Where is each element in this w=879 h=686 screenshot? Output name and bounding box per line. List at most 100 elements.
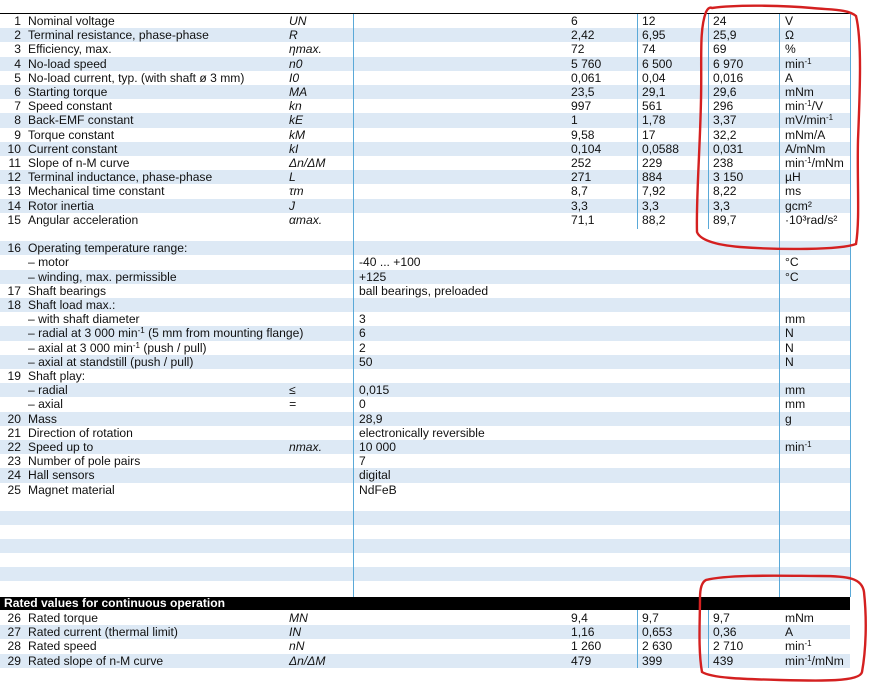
row-label: Mechanical time constant [28,184,165,199]
row-symbol: MA [289,85,308,99]
row-symbol: R [289,28,298,43]
table-row: 15 Angular acceleration αmax. 71,1 88,2 89,7 ·… [0,213,850,227]
row-symbol [289,241,353,255]
table-row: 5 No-load current, typ. (with shaft ø 3 m… [0,71,850,85]
row-symbol [289,326,353,340]
empty-row [0,567,850,581]
value-12v: 88,2 [642,212,666,227]
row-label: – with shaft diameter [28,312,140,327]
row-number: 22 [7,440,21,454]
row-value: 7 [359,454,366,469]
value-12v: 6 500 [642,56,673,71]
row-unit: min-1 [785,440,812,454]
table-row: 18 Shaft load max.: [0,298,850,313]
row-label: Current constant [28,141,118,156]
row-label: Terminal inductance, phase-phase [28,170,213,185]
value-12v: 0,0588 [642,141,679,156]
row-unit: min-1 [785,639,812,654]
row-value: 50 [359,354,373,369]
row-unit: mV/min-1 [785,113,834,128]
table-row: 9 Torque constant kM 9,58 17 32,2 mNm/A [0,128,850,142]
value-24v: 2 710 [713,639,744,654]
row-value: +125 [359,269,387,284]
row-number [0,341,21,355]
value-6v: 5 760 [571,56,602,71]
value-6v: 0,061 [571,70,602,85]
value-24v: 0,031 [713,141,744,156]
value-6v: 271 [571,170,592,185]
value-6v: 1 260 [571,639,602,654]
row-symbol: UN [289,14,307,28]
row-symbol: J [289,198,296,213]
row-number: 7 [14,99,21,114]
table-row: 17 Shaft bearings ball bearings, preloaded [0,284,850,298]
row-label: Rated current (thermal limit) [28,625,178,640]
row-label: – axial [28,397,63,412]
value-12v: 1,78 [642,113,666,128]
row-label: Hall sensors [28,468,95,483]
row-symbol: kE [289,113,304,128]
motor-datasheet-table: 1 Nominal voltage UN 6 12 24 V 2 Terminal resist… [0,0,879,686]
column-divider [850,14,851,597]
value-6v: 0,104 [571,141,602,156]
row-symbol: nmax. [289,440,322,454]
value-24v: 8,22 [713,184,737,199]
row-number: 26 [7,611,21,625]
row-number: 9 [14,127,21,142]
row-label: Magnet material [28,482,115,497]
value-24v: 69 [713,42,727,57]
row-unit: min-1/mNm [785,156,844,170]
value-24v: 238 [713,156,734,170]
row-number: 20 [7,411,21,426]
row-unit: Ω [785,28,795,43]
value-24v: 3 150 [713,170,744,185]
row-symbol: n0 [289,56,303,71]
row-number [0,326,21,340]
row-label: Rated speed [28,639,97,654]
row-symbol [289,355,353,369]
value-24v: 3,37 [713,113,737,128]
row-unit: min-1/V [785,99,824,114]
table-row: 19 Shaft play: [0,369,850,383]
row-symbol: nN [289,639,305,654]
row-unit [785,369,865,383]
column-divider [637,610,638,668]
row-symbol: I0 [289,70,300,85]
row-symbol [289,412,353,426]
value-24v: 0,016 [713,70,744,85]
row-symbol [289,468,353,482]
value-12v: 884 [642,170,663,185]
column-divider [353,14,354,597]
empty-row [0,511,850,525]
row-unit [785,284,865,298]
value-12v: 74 [642,42,656,57]
value-24v: 32,2 [713,127,737,142]
table-row: 10 Current constant kI 0,104 0,0588 0,031 A/mN… [0,141,850,156]
row-symbol: MN [289,611,308,625]
row-number: 11 [8,156,21,170]
row-number: 24 [7,468,21,483]
row-symbol: αmax. [289,212,323,227]
row-number: 12 [7,170,21,185]
value-12v: 0,04 [642,70,666,85]
row-number: 3 [14,42,21,57]
row-unit: gcm² [785,198,812,213]
row-number: 15 [7,212,21,227]
table-row: – winding, max. permissible +125 °C [0,269,850,284]
row-symbol: kI [289,141,299,156]
row-symbol [289,312,353,326]
table-row: 2 Terminal resistance, phase-phase R 2,42 6,… [0,28,850,43]
row-symbol [289,298,353,312]
row-label: Speed up to [28,440,94,454]
row-unit: °C [785,269,799,284]
row-label: Terminal resistance, phase-phase [28,28,209,43]
column-divider [637,14,638,229]
value-6v: 9,58 [571,127,595,142]
row-symbol [289,454,353,468]
value-24v: 89,7 [713,212,737,227]
row-symbol [289,341,353,355]
section-header: Rated values for continuous operation [0,597,850,610]
table-row: 11 Slope of n-M curve Δn/ΔM 252 229 238 min-1/… [0,156,850,170]
row-value: -40 ... +100 [359,255,421,270]
row-number: 25 [7,482,21,497]
